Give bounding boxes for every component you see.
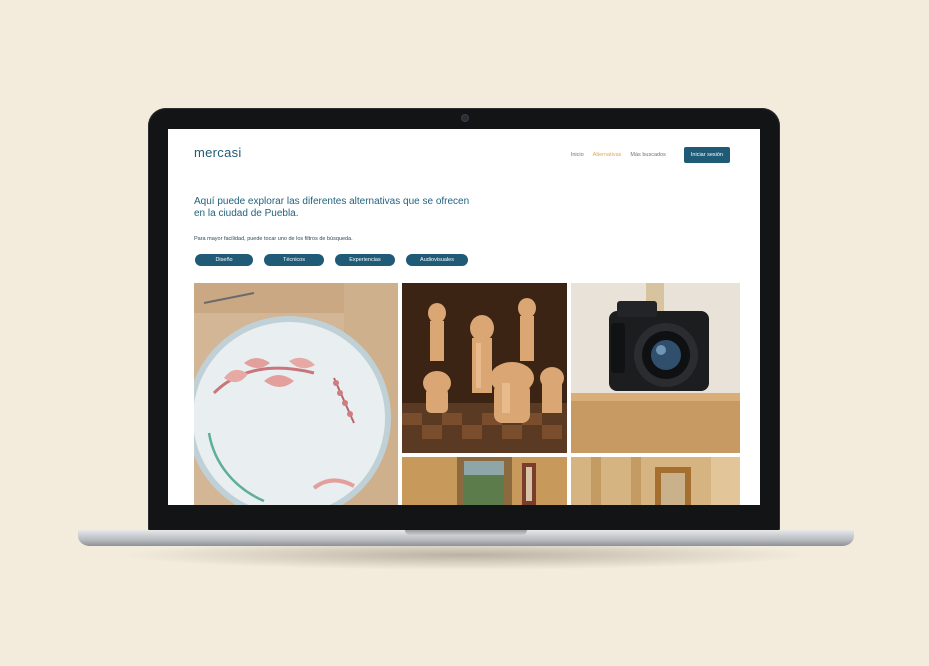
filter-audiovisuales-button[interactable]: Audiovisuales bbox=[406, 254, 468, 266]
embroidery-photo bbox=[194, 283, 398, 505]
camera-photo bbox=[571, 283, 740, 453]
chess-photo-tile[interactable] bbox=[402, 283, 567, 453]
site-logo[interactable]: mercasi bbox=[194, 145, 242, 160]
interior-photo-tile[interactable] bbox=[571, 457, 740, 505]
gallery-grid bbox=[194, 283, 740, 505]
laptop-lid: mercasi Inicio Alternativas Más buscados… bbox=[148, 108, 780, 532]
login-button[interactable]: Iniciar sesión bbox=[683, 147, 730, 163]
window-photo-tile[interactable] bbox=[402, 457, 567, 505]
filter-tecnicos-button[interactable]: Técnicos bbox=[264, 254, 324, 266]
filter-bar: Diseño Técnicos Experiencias Audiovisual… bbox=[195, 254, 468, 266]
site-header: mercasi Inicio Alternativas Más buscados… bbox=[168, 129, 760, 175]
camera-photo-tile[interactable] bbox=[571, 283, 740, 453]
nav-link-alternativas[interactable]: Alternativas bbox=[593, 152, 622, 158]
filter-diseno-button[interactable]: Diseño bbox=[195, 254, 253, 266]
laptop-notch bbox=[405, 530, 527, 535]
hero-title: Aquí puede explorar las diferentes alter… bbox=[194, 196, 470, 219]
nav-link-mas-buscados[interactable]: Más buscados bbox=[630, 152, 665, 158]
window-photo bbox=[402, 457, 567, 505]
nav-link-inicio[interactable]: Inicio bbox=[571, 152, 584, 158]
webcam-icon bbox=[462, 115, 468, 121]
filter-experiencias-button[interactable]: Experiencias bbox=[335, 254, 395, 266]
interior-photo bbox=[571, 457, 740, 505]
website-screen: mercasi Inicio Alternativas Más buscados… bbox=[168, 129, 760, 505]
hero-subtitle: Para mayor facilidad, puede tocar uno de… bbox=[194, 236, 353, 242]
chess-photo bbox=[402, 283, 567, 453]
main-nav: Inicio Alternativas Más buscados Iniciar… bbox=[571, 147, 730, 163]
scene: mercasi Inicio Alternativas Más buscados… bbox=[0, 0, 929, 666]
laptop-base bbox=[78, 530, 854, 546]
embroidery-photo-tile[interactable] bbox=[194, 283, 398, 505]
